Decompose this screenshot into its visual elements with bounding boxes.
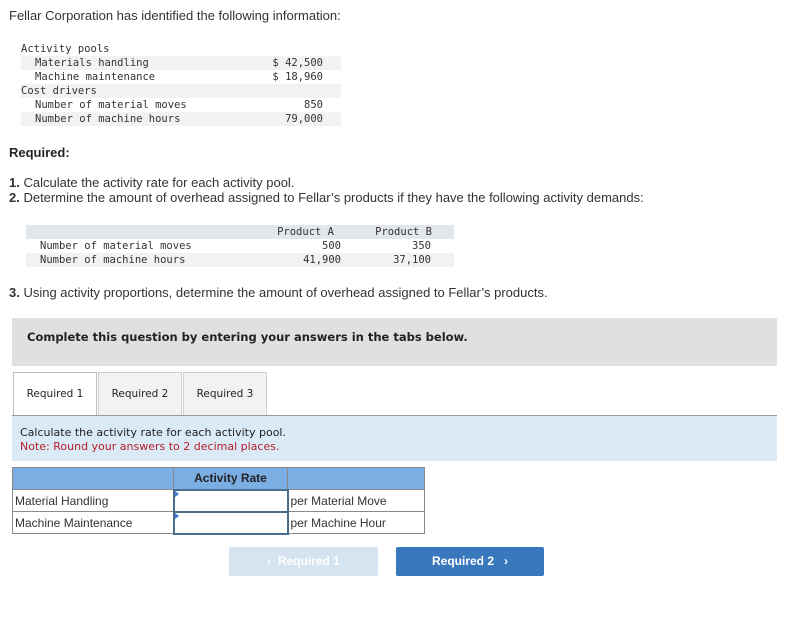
item-text: Using activity proportions, determine th…	[19, 285, 548, 300]
pool-value: $ 18,960	[272, 71, 323, 83]
driver-row: Number of machine hours 79,000	[21, 112, 341, 126]
activity-pools-label: Activity pools	[21, 43, 110, 55]
required-item-1: 1. Calculate the activity rate for each …	[9, 175, 294, 190]
demand-value-a: 41,900	[303, 254, 341, 266]
pool-value: $ 42,500	[272, 57, 323, 69]
row-label: Machine Maintenance	[12, 511, 174, 534]
answer-row: Material Handling per Material Move	[12, 488, 425, 513]
header-activity-rate: Activity Rate	[173, 467, 288, 490]
row-label: Material Handling	[12, 489, 174, 512]
chevron-left-icon: ‹	[267, 554, 272, 568]
tab-required-3[interactable]: Required 3	[183, 372, 267, 415]
header-unit	[287, 467, 425, 490]
pool-row: Machine maintenance $ 18,960	[21, 70, 341, 84]
tab-required-1[interactable]: Required 1	[13, 372, 97, 417]
tab-required-2[interactable]: Required 2	[98, 372, 182, 415]
answer-row: Machine Maintenance per Machine Hour	[12, 510, 425, 535]
answer-header-row: Activity Rate	[12, 467, 425, 490]
instruction-text: Calculate the activity rate for each act…	[20, 426, 286, 439]
row-unit: per Machine Hour	[287, 511, 425, 534]
row-unit: per Material Move	[287, 489, 425, 512]
header-product-b: Product B	[375, 226, 432, 238]
driver-label: Number of machine hours	[35, 113, 181, 125]
required-item-2: 2. Determine the amount of overhead assi…	[9, 190, 644, 205]
next-required-button[interactable]: Required 2 ›	[396, 547, 544, 576]
driver-label: Number of material moves	[35, 99, 187, 111]
driver-row: Number of material moves 850	[21, 98, 341, 112]
machine-maintenance-rate-input[interactable]	[174, 512, 287, 533]
demand-row: Number of material moves 500 350	[26, 239, 454, 253]
activity-rate-cell	[172, 488, 289, 513]
item-number: 3.	[9, 285, 20, 300]
rounding-note: Note: Round your answers to 2 decimal pl…	[20, 440, 280, 453]
demand-row: Number of machine hours 41,900 37,100	[26, 253, 454, 267]
pool-label: Materials handling	[35, 57, 149, 69]
pool-row: Materials handling $ 42,500	[21, 56, 341, 70]
demand-header-row: Product A Product B	[26, 225, 454, 239]
banner-text: Complete this question by entering your …	[27, 330, 468, 344]
input-marker-icon	[174, 512, 179, 519]
demand-label: Number of material moves	[40, 240, 192, 252]
item-number: 1.	[9, 175, 20, 190]
item-text: Calculate the activity rate for each act…	[19, 175, 295, 190]
item-number: 2.	[9, 190, 20, 205]
instructions-banner: Complete this question by entering your …	[12, 318, 777, 366]
cost-drivers-label: Cost drivers	[21, 84, 341, 98]
driver-value: 79,000	[285, 113, 323, 125]
chevron-right-icon: ›	[504, 554, 509, 568]
required-item-3: 3. Using activity proportions, determine…	[9, 285, 548, 300]
demand-value-a: 500	[322, 240, 341, 252]
next-button-label: Required 2	[431, 554, 494, 568]
cost-drivers-text: Cost drivers	[21, 85, 97, 97]
tab-instructions: Calculate the activity rate for each act…	[12, 416, 777, 461]
material-handling-rate-input[interactable]	[174, 490, 287, 511]
pool-label: Machine maintenance	[35, 71, 156, 83]
demand-value-b: 350	[412, 240, 431, 252]
prev-required-button[interactable]: ‹ Required 1	[229, 547, 378, 576]
intro-text: Fellar Corporation has identified the fo…	[9, 8, 341, 23]
header-blank	[12, 467, 174, 490]
demand-value-b: 37,100	[393, 254, 431, 266]
prev-button-label: Required 1	[277, 554, 340, 568]
driver-value: 850	[304, 99, 323, 111]
answer-table: Activity Rate Material Handling per Mate…	[12, 467, 425, 535]
header-product-a: Product A	[277, 226, 334, 238]
input-marker-icon	[174, 490, 179, 497]
required-title: Required:	[9, 145, 70, 160]
item-text: Determine the amount of overhead assigne…	[19, 190, 644, 205]
demand-label: Number of machine hours	[40, 254, 186, 266]
activity-rate-cell	[172, 510, 289, 535]
